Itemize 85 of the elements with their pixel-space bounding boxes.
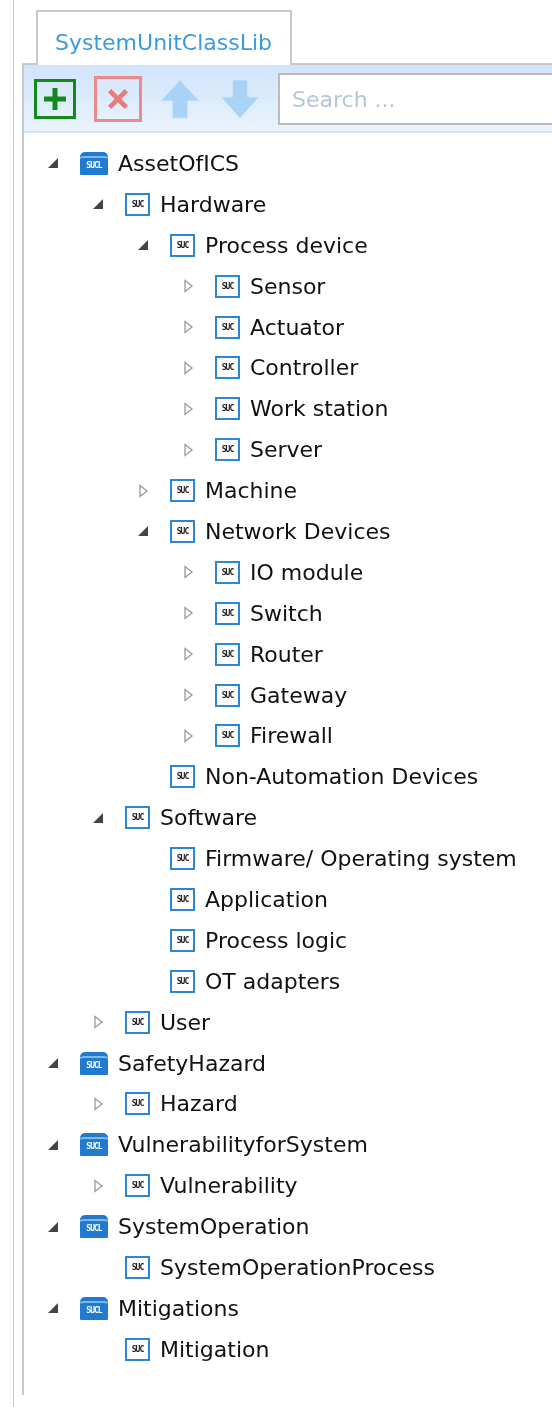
class-icon: SUC (125, 192, 150, 216)
class-icon: SUC (170, 969, 195, 993)
tree-item[interactable]: OT adapters (205, 968, 341, 994)
collapse-triangle-icon[interactable] (46, 1301, 60, 1316)
tree-item[interactable]: Application (205, 886, 328, 912)
class-library-icon: SUCL (80, 1215, 108, 1239)
tree-item[interactable]: Hardware (160, 191, 267, 217)
search-field[interactable]: Search ... (278, 73, 552, 125)
tree-item[interactable]: Actuator (250, 314, 344, 340)
tree-item[interactable]: Hazard (160, 1091, 238, 1117)
expand-triangle-icon[interactable] (91, 1096, 105, 1111)
add-button[interactable] (34, 79, 76, 119)
tree-item[interactable]: Software (160, 805, 257, 831)
class-library-icon: SUCL (80, 1296, 108, 1320)
class-icon: SUC (215, 724, 240, 748)
expand-triangle-icon[interactable] (136, 483, 150, 498)
class-icon: SUC (215, 560, 240, 584)
expand-triangle-icon[interactable] (181, 401, 195, 416)
up-arrow-icon (159, 78, 201, 120)
collapse-triangle-icon[interactable] (91, 197, 105, 212)
expand-triangle-icon[interactable] (91, 1178, 105, 1193)
class-icon: SUC (170, 847, 195, 871)
tree-item[interactable]: SystemOperation (118, 1214, 310, 1240)
class-icon: SUC (125, 1174, 150, 1198)
tree-item[interactable]: Sensor (250, 273, 326, 299)
tree-item[interactable]: Machine (205, 478, 298, 504)
class-icon: SUC (215, 315, 240, 339)
collapse-triangle-icon[interactable] (136, 524, 150, 539)
class-icon: SUC (215, 601, 240, 625)
tree-item[interactable]: IO module (250, 559, 364, 585)
class-library-icon: SUCL (80, 1051, 108, 1075)
collapse-triangle-icon[interactable] (136, 238, 150, 253)
tree-item[interactable]: Work station (250, 396, 389, 422)
tree-item[interactable]: Gateway (250, 682, 348, 708)
expand-triangle-icon[interactable] (181, 565, 195, 580)
tree-item[interactable]: Firmware/ Operating system (205, 846, 517, 872)
tree-item[interactable]: VulnerabilityforSystem (118, 1132, 368, 1158)
expand-triangle-icon[interactable] (181, 320, 195, 334)
class-icon: SUC (215, 274, 240, 298)
expand-triangle-icon[interactable] (181, 728, 195, 743)
class-icon: SUC (215, 683, 240, 707)
class-icon: SUC (215, 438, 240, 462)
tree-item[interactable]: AssetOfICS (118, 150, 239, 176)
class-icon: SUC (125, 806, 150, 830)
tree-item[interactable]: Router (250, 641, 323, 667)
expand-triangle-icon[interactable] (91, 1015, 105, 1030)
class-library-icon: SUCL (80, 1133, 108, 1157)
class-icon: SUC (170, 519, 195, 543)
tree-item[interactable]: SystemOperationProcess (160, 1255, 435, 1280)
class-icon: SUC (170, 765, 195, 789)
expand-triangle-icon[interactable] (181, 442, 195, 457)
tree-item[interactable]: Firewall (250, 723, 333, 749)
class-icon: SUC (215, 397, 240, 421)
class-library-icon: SUCL (80, 151, 108, 175)
tree-item[interactable]: Process logic (205, 927, 348, 953)
tree-item[interactable]: Mitigations (118, 1295, 239, 1321)
tree-item[interactable]: User (160, 1009, 211, 1035)
expand-triangle-icon[interactable] (181, 279, 195, 294)
tree-item[interactable]: Non-Automation Devices (205, 764, 479, 790)
class-icon: SUC (170, 928, 195, 952)
expand-triangle-icon[interactable] (181, 688, 195, 702)
class-icon: SUC (125, 1092, 150, 1116)
expand-triangle-icon[interactable] (181, 647, 195, 662)
tree-item[interactable]: Switch (250, 600, 323, 626)
class-icon: SUC (125, 1337, 150, 1361)
class-icon: SUC (215, 642, 240, 666)
tree-item[interactable]: Vulnerability (160, 1173, 298, 1199)
tree-item[interactable]: Mitigation (160, 1336, 270, 1362)
tree-item[interactable]: Controller (250, 355, 359, 381)
expand-triangle-icon[interactable] (181, 360, 195, 375)
class-icon: SUC (170, 479, 195, 503)
down-arrow-icon (219, 78, 261, 120)
class-icon: SUC (215, 356, 240, 380)
class-icon: SUC (125, 1256, 150, 1279)
collapse-triangle-icon[interactable] (46, 1056, 60, 1071)
tree-item[interactable]: Network Devices (205, 518, 391, 544)
tree-item[interactable]: Process device (205, 232, 368, 258)
class-icon: SUC (125, 1010, 150, 1034)
tree-item[interactable]: Server (250, 437, 323, 463)
class-icon: SUC (170, 233, 195, 257)
delete-button[interactable] (94, 76, 142, 122)
expand-triangle-icon[interactable] (181, 606, 195, 621)
class-icon: SUC (170, 887, 195, 911)
tree-item[interactable]: SafetyHazard (118, 1050, 267, 1076)
collapse-triangle-icon[interactable] (46, 156, 60, 171)
